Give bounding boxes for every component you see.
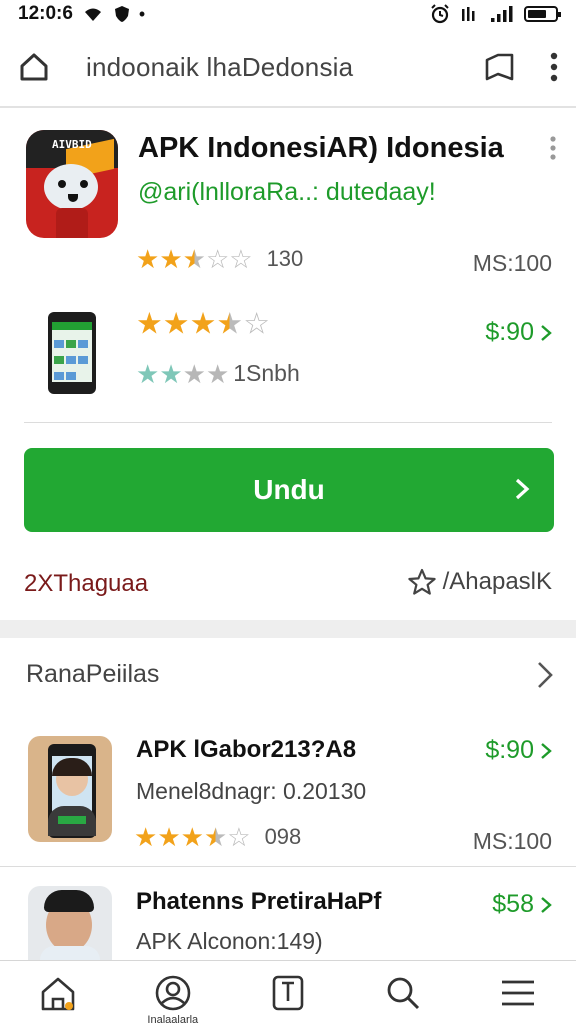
download-label: Undu bbox=[253, 474, 325, 505]
rating-row: ★ ★ ★ ★ ☆ bbox=[136, 308, 270, 338]
star-rating: ★ ★ ★ ☆ ☆ bbox=[136, 246, 253, 272]
footer-link-left[interactable]: 2XThaguaa bbox=[24, 570, 148, 598]
star-full-icon: ★ bbox=[162, 305, 190, 341]
price-label: MS:100 bbox=[472, 828, 552, 854]
phone-icon bbox=[48, 312, 96, 394]
rating-count: 098 bbox=[264, 824, 302, 849]
star-full-icon: ★ bbox=[136, 305, 163, 341]
home-icon[interactable] bbox=[18, 51, 50, 83]
rating-row: ★ ★ ★ ★ 1Snbh bbox=[136, 360, 300, 387]
app-subtitle[interactable]: @ari(lnlloraRa..: dutedaay! bbox=[138, 178, 436, 207]
shield-icon bbox=[114, 6, 129, 22]
section-separator bbox=[0, 620, 576, 638]
price-label: MS:100 bbox=[472, 250, 552, 276]
star-full-icon: ★ bbox=[136, 358, 160, 389]
status-bar: 12:0:6 • bbox=[0, 0, 576, 28]
bottom-nav: Inalaalarla bbox=[0, 960, 576, 1024]
star-full-icon: ★ bbox=[189, 305, 217, 341]
price-label: $58 bbox=[492, 890, 534, 918]
star-empty-icon: ★ bbox=[205, 358, 230, 389]
app-card: AIVBID APK IndonesiAR) Idonesia @ari(lnl… bbox=[0, 112, 576, 620]
wifi-icon bbox=[84, 8, 101, 21]
url-text[interactable]: indoonaik lhaDedonsia bbox=[86, 52, 353, 83]
chevron-right-icon[interactable] bbox=[536, 660, 554, 690]
app-icon[interactable]: AIVBID bbox=[26, 130, 118, 238]
related-item-thumbnail[interactable] bbox=[28, 736, 112, 842]
status-time: 12:0:6 bbox=[18, 3, 73, 24]
star-full-icon: ★ bbox=[136, 244, 160, 274]
divider bbox=[0, 866, 576, 867]
related-item-subtitle: APK Alconon:149) bbox=[136, 928, 323, 954]
divider bbox=[24, 422, 552, 423]
chevron-right-icon bbox=[541, 742, 552, 759]
rating-count: 1Snbh bbox=[233, 360, 300, 386]
menu-icon bbox=[502, 980, 535, 1005]
star-empty-icon: ☆ bbox=[229, 244, 253, 274]
nav-label: Inalaalarla bbox=[147, 1014, 199, 1024]
more-vert-icon[interactable] bbox=[550, 136, 556, 160]
price-button[interactable]: $:90 bbox=[485, 736, 552, 765]
star-rating: ★ ★ ★ ★ ☆ bbox=[136, 308, 270, 338]
share-icon[interactable] bbox=[484, 52, 516, 82]
related-section: RanaPeiilas APK lGabor213?A8 $:90 Menel8… bbox=[0, 638, 576, 960]
star-empty-icon: ☆ bbox=[227, 822, 251, 852]
star-half-icon: ★ bbox=[216, 305, 244, 341]
data-icon bbox=[462, 7, 475, 21]
star-rating: ★ ★ ★ ★ bbox=[136, 361, 229, 387]
related-header[interactable]: RanaPeiilas bbox=[26, 660, 159, 689]
nav-bookmarks[interactable] bbox=[230, 961, 345, 1024]
app-title: APK IndonesiAR) Idonesia bbox=[138, 132, 504, 164]
price-label: $:90 bbox=[485, 318, 534, 346]
app-icon-cap-text: AIVBID bbox=[52, 138, 92, 151]
related-item-subtitle: Menel8dnagr: 0.20130 bbox=[136, 778, 367, 804]
home-icon bbox=[41, 977, 74, 1010]
related-item-thumbnail[interactable] bbox=[28, 886, 112, 960]
chevron-right-icon bbox=[541, 324, 552, 341]
star-empty-icon: ☆ bbox=[205, 244, 230, 274]
star-rating: ★ ★ ★ ★ ☆ bbox=[134, 824, 251, 850]
browser-toolbar: indoonaik lhaDedonsia bbox=[0, 28, 576, 108]
status-dot: • bbox=[138, 3, 146, 24]
rating-row: ★ ★ ★ ☆ ☆ 130 bbox=[136, 246, 303, 272]
nav-home[interactable] bbox=[0, 961, 115, 1024]
alarm-icon bbox=[431, 4, 449, 24]
search-icon bbox=[387, 977, 420, 1009]
related-item-title[interactable]: APK lGabor213?A8 bbox=[136, 736, 356, 764]
rating-count: 130 bbox=[266, 246, 304, 271]
price-label: $:90 bbox=[485, 736, 534, 764]
download-button[interactable]: Undu bbox=[24, 448, 554, 532]
signal-icon bbox=[491, 6, 513, 22]
star-half-icon: ★ bbox=[203, 822, 228, 852]
chevron-right-icon bbox=[515, 478, 530, 500]
star-outline-icon bbox=[407, 568, 436, 595]
bookmark-icon bbox=[272, 975, 304, 1010]
star-full-icon: ★ bbox=[134, 822, 158, 852]
chevron-right-icon bbox=[541, 896, 552, 913]
rating-row: ★ ★ ★ ★ ☆ 098 bbox=[134, 824, 301, 850]
nav-search[interactable] bbox=[346, 961, 461, 1024]
star-full-icon: ★ bbox=[180, 822, 204, 852]
account-icon bbox=[155, 975, 191, 1010]
star-full-icon: ★ bbox=[157, 822, 181, 852]
price-button[interactable]: $:90 bbox=[485, 318, 552, 347]
wishlist-button[interactable]: /AhapaslK bbox=[407, 568, 552, 596]
related-item-title[interactable]: Phatenns PretiraHaPf bbox=[136, 888, 381, 916]
star-half-icon: ★ bbox=[182, 244, 206, 274]
nav-menu[interactable] bbox=[461, 961, 576, 1024]
price-button[interactable]: $58 bbox=[492, 890, 552, 919]
star-empty-icon: ☆ bbox=[243, 305, 271, 341]
star-full-icon: ★ bbox=[159, 244, 183, 274]
battery-icon bbox=[524, 6, 561, 22]
star-full-icon: ★ bbox=[159, 358, 183, 389]
nav-account[interactable]: Inalaalarla bbox=[115, 961, 230, 1024]
wishlist-label: /AhapaslK bbox=[442, 568, 552, 595]
more-vert-icon[interactable] bbox=[550, 52, 558, 82]
star-empty-icon: ★ bbox=[182, 358, 206, 389]
